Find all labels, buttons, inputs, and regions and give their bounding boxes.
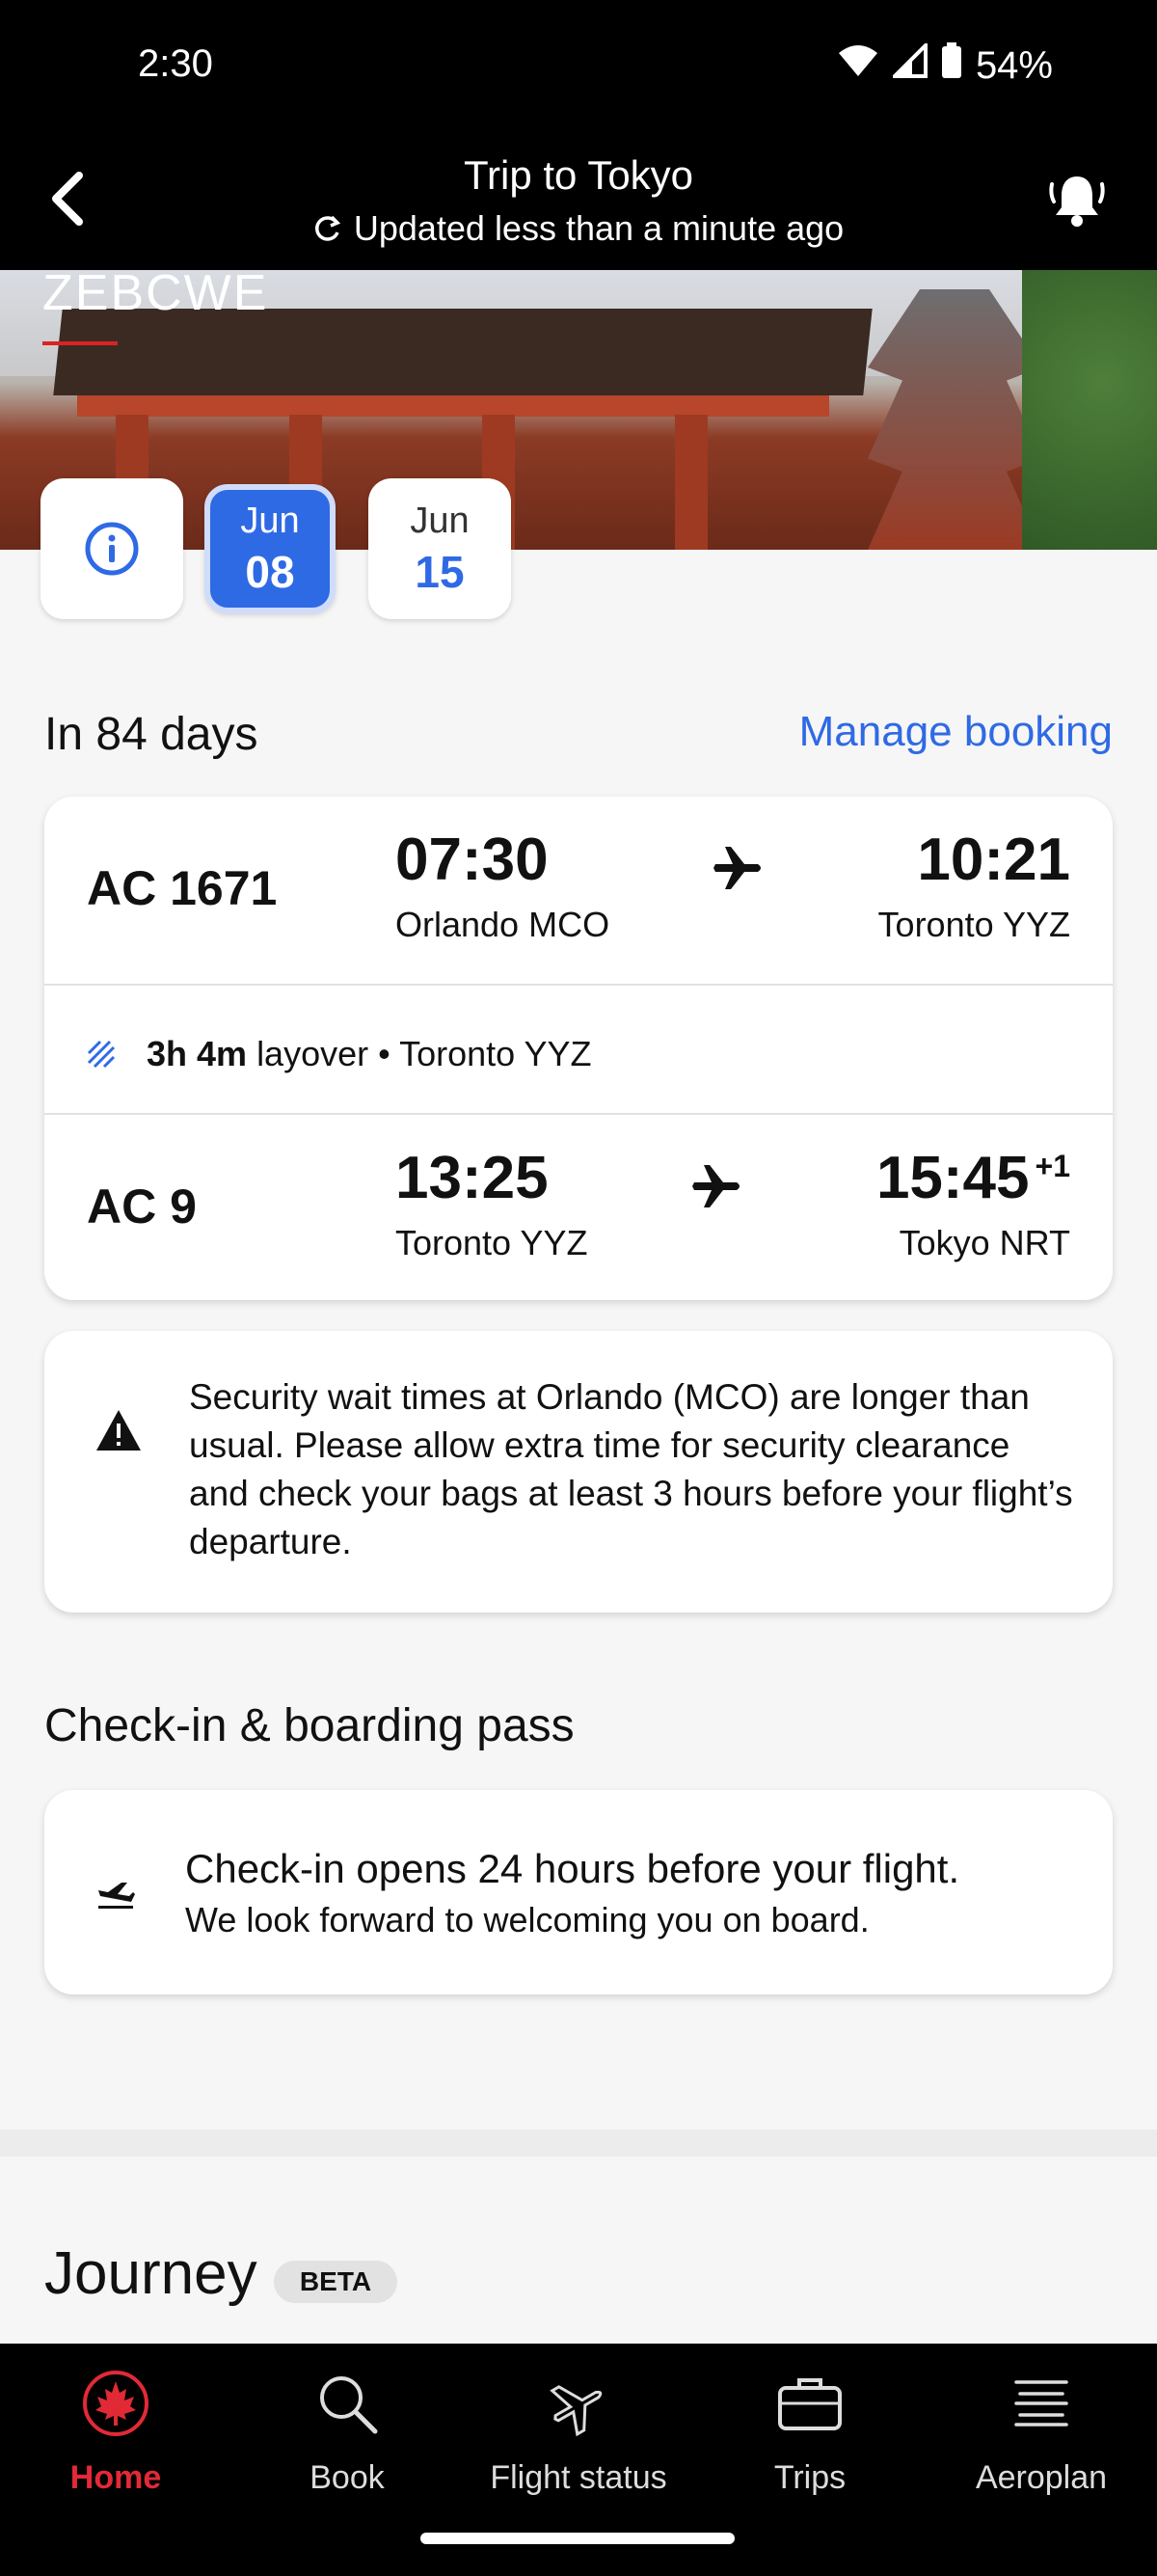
nav-label: Trips (773, 2459, 847, 2496)
briefcase-icon (773, 2367, 847, 2440)
date-chip-jun-08[interactable]: Jun 08 (204, 484, 336, 613)
departure-time: 13:25 (395, 1145, 549, 1211)
nav-label: Home (69, 2459, 162, 2496)
plane-icon (542, 2367, 615, 2440)
flight-number: AC 9 (87, 1180, 197, 1234)
manage-booking-link[interactable]: Manage booking (799, 708, 1113, 756)
plane-icon (692, 1165, 740, 1207)
top-app-bar: Trip to Tokyo Updated less than a minute… (0, 131, 1157, 270)
status-time: 2:30 (138, 42, 213, 85)
warning-icon (96, 1410, 141, 1451)
battery-icon (941, 42, 962, 89)
flight-itinerary-card[interactable]: AC 1671 07:30 Orlando MCO 10:21 Toronto … (44, 797, 1113, 1300)
beta-badge: BETA (274, 2261, 397, 2303)
departure-airport: Orlando MCO (395, 905, 610, 944)
booking-reference[interactable]: ZEBCWE (42, 270, 268, 322)
flight-number: AC 1671 (87, 861, 278, 915)
layover-hatch-icon (87, 1040, 116, 1069)
maple-leaf-icon (79, 2367, 152, 2440)
nav-label: Flight status (490, 2459, 667, 2496)
aeroplan-icon (1005, 2367, 1078, 2440)
search-icon (310, 2367, 384, 2440)
nav-home[interactable]: Home (0, 2344, 231, 2517)
date-chip-jun-15[interactable]: Jun 15 (368, 478, 511, 619)
trip-info-button[interactable] (40, 478, 183, 619)
day-offset: +1 (1035, 1149, 1070, 1184)
plane-icon (713, 847, 761, 889)
security-alert-card: Security wait times at Orlando (MCO) are… (44, 1331, 1113, 1613)
date-chip-day: 15 (415, 546, 465, 597)
checkin-card: Check-in opens 24 hours before your flig… (44, 1790, 1113, 1994)
departure-plane-icon (98, 1883, 135, 1909)
departure-time: 07:30 (395, 827, 549, 893)
arrival-time: 15:45 +1 (875, 1145, 1070, 1211)
departure-airport: Toronto YYZ (395, 1223, 588, 1262)
checkin-submessage: We look forward to welcoming you on boar… (185, 1900, 870, 1939)
nav-book[interactable]: Book (231, 2344, 463, 2517)
countdown-label: In 84 days (44, 709, 258, 760)
signal-icon (890, 41, 928, 88)
nav-flight-status[interactable]: Flight status (463, 2344, 694, 2517)
checkin-message: Check-in opens 24 hours before your flig… (185, 1846, 960, 1891)
battery-percent: 54% (975, 43, 1053, 87)
updated-text: Updated less than a minute ago (353, 208, 845, 248)
alert-text: Security wait times at Orlando (MCO) are… (189, 1377, 1073, 1561)
notifications-button[interactable] (1043, 166, 1111, 233)
date-chip-month: Jun (410, 500, 470, 541)
section-divider (0, 2129, 1157, 2156)
nav-trips[interactable]: Trips (694, 2344, 926, 2517)
nav-label: Book (309, 2459, 385, 2496)
bell-icon (1049, 176, 1105, 227)
arrival-time: 10:21 (917, 827, 1070, 893)
arrival-airport: Tokyo NRT (899, 1223, 1070, 1262)
layover-text: 3h 4m layover • Toronto YYZ (147, 1034, 592, 1073)
date-chip-day: 08 (245, 546, 295, 597)
refresh-icon (314, 215, 340, 241)
wifi-icon (837, 43, 879, 88)
nav-aeroplan[interactable]: Aeroplan (926, 2344, 1157, 2517)
divider (44, 984, 1113, 986)
flight-segment[interactable]: AC 9 13:25 Toronto YYZ 15:45 +1 Tokyo NRT (44, 1115, 1113, 1302)
nav-label: Aeroplan (975, 2459, 1108, 2496)
page-title: Trip to Tokyo (463, 152, 694, 198)
home-indicator[interactable] (420, 2533, 735, 2544)
checkin-heading: Check-in & boarding pass (44, 1700, 575, 1751)
flight-segment[interactable]: AC 1671 07:30 Orlando MCO 10:21 Toronto … (44, 797, 1113, 984)
journey-heading: Journey (44, 2240, 257, 2307)
status-bar: 2:30 54% (0, 0, 1157, 131)
date-chip-month: Jun (240, 500, 300, 541)
info-icon (85, 522, 139, 576)
arrival-airport: Toronto YYZ (877, 905, 1070, 944)
updated-status: Updated less than a minute ago (0, 208, 1157, 249)
